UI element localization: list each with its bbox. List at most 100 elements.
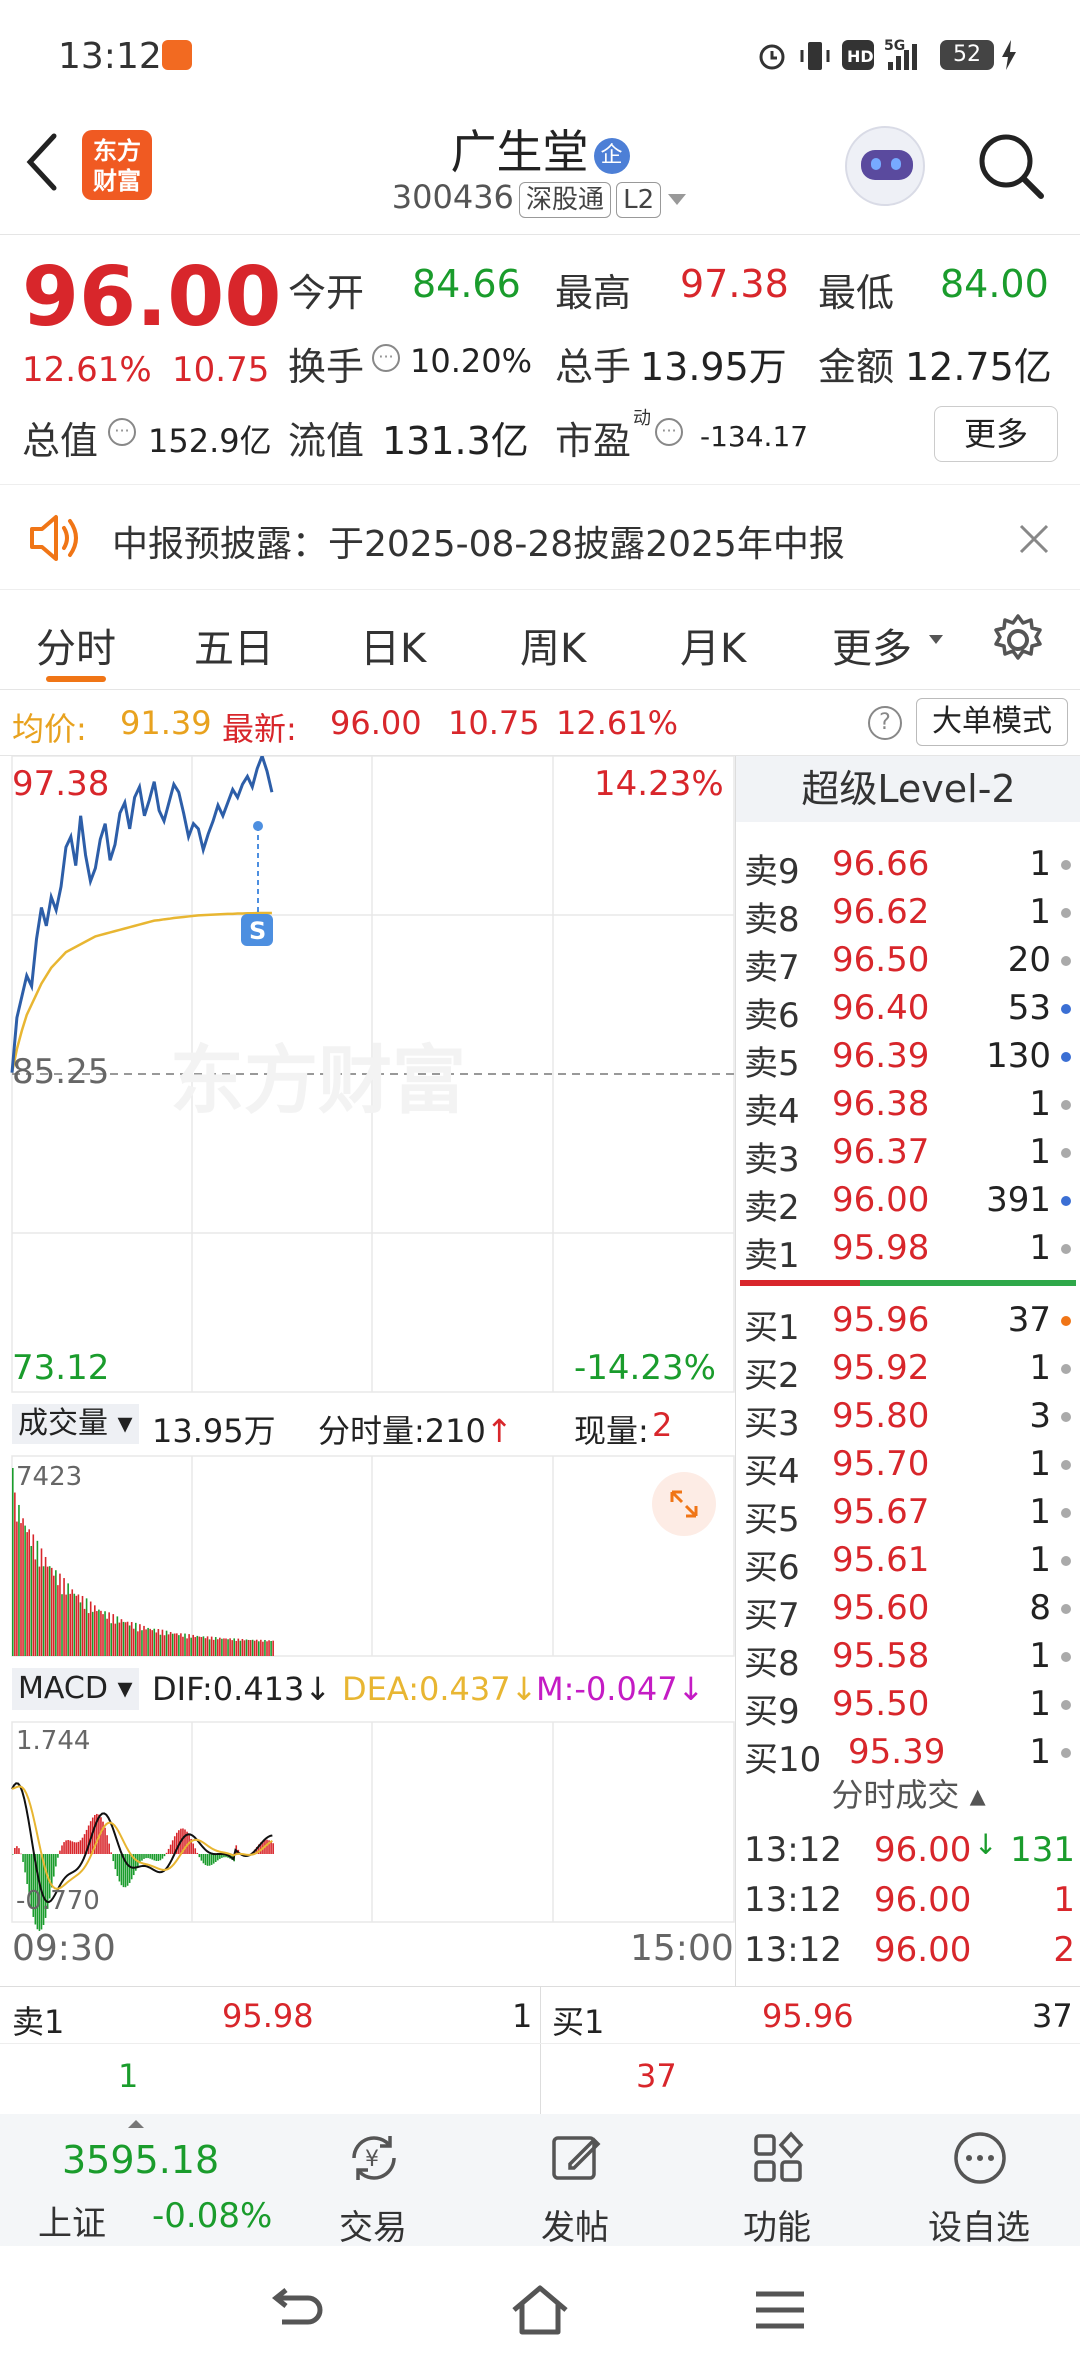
watchlist-button[interactable]: 设自选 <box>914 2114 1044 2248</box>
robot-avatar-icon[interactable] <box>845 126 925 206</box>
order-dot-icon <box>1061 1052 1071 1062</box>
ask-price: 96.38 <box>832 1084 930 1124</box>
info-icon[interactable]: ··· <box>655 418 683 446</box>
tab-more[interactable]: 更多 <box>832 616 912 674</box>
post-button[interactable]: 发帖 <box>510 2114 640 2248</box>
trades-title[interactable]: 分时成交 ▴ <box>736 1770 1080 1816</box>
ask-row[interactable]: 卖1 95.98 1 <box>736 1224 1080 1276</box>
bid-row[interactable]: 买8 95.58 1 <box>736 1632 1080 1684</box>
more-dropdown-icon[interactable] <box>928 634 944 646</box>
order-dot-icon <box>1061 1604 1071 1614</box>
bid-row[interactable]: 买3 95.80 3 <box>736 1392 1080 1444</box>
ask-row[interactable]: 卖4 96.38 1 <box>736 1080 1080 1132</box>
dropdown-icon[interactable] <box>666 192 688 208</box>
ask1-qty: 1 <box>512 1997 533 2035</box>
volume-bar <box>194 1637 197 1656</box>
volume-selector[interactable]: 成交量 ▾ <box>12 1404 139 1444</box>
help-icon[interactable]: ? <box>868 706 902 740</box>
volume-bar <box>251 1639 254 1656</box>
tab-monthly-k[interactable]: 月K <box>680 616 746 674</box>
menu-nav-icon[interactable] <box>752 2288 808 2332</box>
macd-bar <box>272 1843 274 1854</box>
macd-bar <box>198 1854 201 1858</box>
macd-bar <box>26 1854 28 1885</box>
more-button[interactable]: 更多 <box>934 406 1058 462</box>
ask-row[interactable]: 卖3 96.37 1 <box>736 1128 1080 1180</box>
macd-bar <box>171 1840 174 1854</box>
ask-row[interactable]: 卖9 96.66 1 <box>736 840 1080 892</box>
quote-panel: 96.00 12.61% 10.75 今开 84.66 最高 97.38 最低 … <box>0 236 1080 484</box>
index-widget[interactable]: 3595.18 上证 -0.08% <box>0 2114 300 2246</box>
index-name: 上证 <box>38 2204 106 2244</box>
bid-row[interactable]: 买4 95.70 1 <box>736 1440 1080 1492</box>
trade-button[interactable]: ¥ 交易 <box>308 2114 438 2248</box>
macd-bar <box>24 1854 26 1873</box>
macd-selector[interactable]: MACD ▾ <box>12 1668 139 1710</box>
bid-row[interactable]: 买5 95.67 1 <box>736 1488 1080 1540</box>
macd-bar <box>61 1845 63 1854</box>
current-price: 96.00 <box>22 250 282 345</box>
bid-row[interactable]: 买6 95.61 1 <box>736 1536 1080 1588</box>
notice-bar[interactable]: 中报预披露：于2025-08-28披露2025年中报 <box>0 484 1080 590</box>
volume-bar <box>44 1556 47 1656</box>
settings-gear-icon[interactable] <box>990 612 1046 668</box>
volume-bar <box>18 1504 20 1656</box>
back-nav-icon[interactable] <box>270 2286 326 2336</box>
tab-intraday[interactable]: 分时 <box>36 616 116 674</box>
bid-row[interactable]: 买10 95.39 1 <box>736 1728 1080 1780</box>
volume-bar <box>46 1566 49 1656</box>
tab-daily-k[interactable]: 日K <box>360 616 426 674</box>
volume-bar <box>155 1632 158 1656</box>
search-icon[interactable] <box>975 130 1047 202</box>
low-value: 84.00 <box>940 262 1049 306</box>
macd-bar <box>200 1854 203 1861</box>
volume-bar <box>231 1640 233 1656</box>
ask-qty: 1 <box>1029 1132 1051 1172</box>
volume-bar <box>167 1634 170 1656</box>
average-price-bar: 均价: 91.39 最新: 96.00 10.75 12.61% ? 大单模式 <box>0 690 1080 756</box>
bid-price: 95.61 <box>832 1540 930 1580</box>
bid-price: 95.96 <box>832 1300 930 1340</box>
intraday-chart-area[interactable]: 东方财富 S 97.38 14.23% 85.25 73.12 -14.23% … <box>0 756 735 1986</box>
bid-level-label: 买1 <box>744 1308 800 1348</box>
ask-qty: 130 <box>986 1036 1051 1076</box>
volume-bar <box>229 1638 231 1656</box>
big-order-mode-button[interactable]: 大单模式 <box>916 698 1068 746</box>
home-nav-icon[interactable] <box>508 2282 572 2338</box>
macd-bar <box>118 1854 121 1882</box>
bid-row[interactable]: 买7 95.60 8 <box>736 1584 1080 1636</box>
tab-weekly-k[interactable]: 周K <box>520 616 586 674</box>
info-icon[interactable]: ··· <box>108 418 136 446</box>
bid-row[interactable]: 买1 95.96 37 <box>736 1296 1080 1348</box>
volume-now-value: 2 <box>652 1406 673 1444</box>
expand-icon[interactable] <box>652 1472 716 1536</box>
system-nav-bar <box>0 2246 1080 2376</box>
volume-bar <box>223 1638 225 1656</box>
orderbook-title[interactable]: 超级Level-2 <box>736 756 1080 822</box>
ask-row[interactable]: 卖5 96.39 130 <box>736 1032 1080 1084</box>
change-percent: 12.61% <box>22 350 152 390</box>
notice-text: 中报预披露：于2025-08-28披露2025年中报 <box>112 524 845 565</box>
bid-row[interactable]: 买2 95.92 1 <box>736 1344 1080 1396</box>
close-icon[interactable] <box>1018 523 1050 555</box>
info-icon[interactable]: ··· <box>372 344 400 372</box>
pe-label: 市盈 <box>555 419 632 463</box>
volume-bar <box>22 1518 24 1656</box>
watchlist-label: 设自选 <box>928 2208 1030 2248</box>
volume-bar <box>173 1633 176 1656</box>
bottom-divider <box>540 1987 541 2115</box>
bid-row[interactable]: 买9 95.50 1 <box>736 1680 1080 1732</box>
volume-bar <box>24 1525 26 1656</box>
trade-price: 96.00 <box>874 1930 972 1970</box>
ask-row[interactable]: 卖8 96.62 1 <box>736 888 1080 940</box>
macd-bar <box>57 1854 59 1858</box>
ask-row[interactable]: 卖6 96.40 53 <box>736 984 1080 1036</box>
tab-five-day[interactable]: 五日 <box>194 616 274 674</box>
ask-row[interactable]: 卖7 96.50 20 <box>736 936 1080 988</box>
functions-button[interactable]: 功能 <box>712 2114 842 2248</box>
volume-bar <box>81 1595 84 1656</box>
ask-qty: 1 <box>1029 1084 1051 1124</box>
ask-row[interactable]: 卖2 96.00 391 <box>736 1176 1080 1228</box>
index-change: -0.08% <box>152 2196 273 2236</box>
ask1-price: 95.98 <box>222 1997 314 2035</box>
